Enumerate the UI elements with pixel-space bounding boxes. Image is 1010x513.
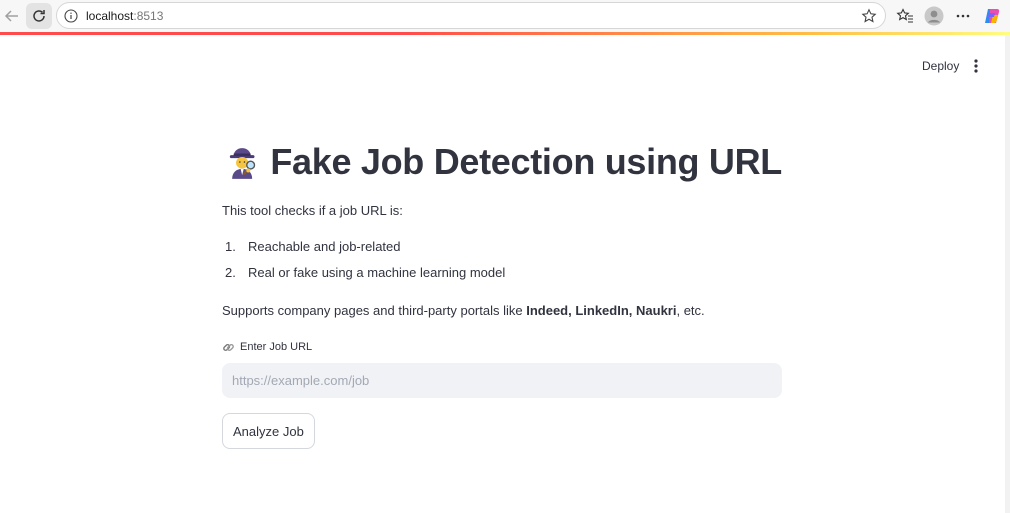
detective-emoji bbox=[229, 148, 256, 179]
url-port: :8513 bbox=[133, 8, 164, 23]
more-icon[interactable] bbox=[951, 4, 975, 28]
job-url-input[interactable] bbox=[222, 363, 782, 398]
list-text: Reachable and job-related bbox=[248, 239, 401, 254]
analyze-job-button[interactable]: Analyze Job bbox=[222, 413, 315, 449]
favorites-icon[interactable] bbox=[893, 4, 917, 28]
steps-list: 1. Reachable and job-related 2. Real or … bbox=[222, 238, 782, 290]
list-item: 2. Real or fake using a machine learning… bbox=[222, 264, 782, 290]
address-bar[interactable]: localhost:8513 bbox=[56, 2, 886, 29]
supports-suffix: , etc. bbox=[676, 303, 705, 318]
scrollbar-track[interactable] bbox=[1005, 35, 1010, 513]
list-text: Real or fake using a machine learning mo… bbox=[248, 265, 506, 280]
page-title: Fake Job Detection using URL bbox=[222, 130, 782, 194]
browser-toolbar-right bbox=[893, 4, 1009, 28]
decoration-line bbox=[0, 32, 1010, 35]
profile-avatar[interactable] bbox=[922, 4, 946, 28]
copilot-icon[interactable] bbox=[980, 4, 1004, 28]
url-text: localhost:8513 bbox=[86, 9, 163, 23]
info-icon[interactable] bbox=[64, 8, 78, 23]
browser-toolbar: localhost:8513 bbox=[0, 0, 1010, 32]
reload-icon[interactable] bbox=[26, 3, 52, 29]
page-title-text: Fake Job Detection using URL bbox=[270, 141, 782, 182]
list-item: 1. Reachable and job-related bbox=[222, 238, 782, 264]
list-number: 2. bbox=[225, 265, 236, 280]
back-arrow-icon[interactable] bbox=[0, 4, 24, 28]
star-icon[interactable] bbox=[861, 8, 877, 24]
intro-text: This tool checks if a job URL is: bbox=[222, 203, 403, 218]
list-number: 1. bbox=[225, 239, 236, 254]
job-url-label: Enter Job URL bbox=[222, 339, 782, 355]
supported-portals: Indeed, LinkedIn, Naukri bbox=[526, 303, 677, 318]
kebab-menu-icon[interactable] bbox=[966, 56, 986, 76]
job-url-label-text: Enter Job URL bbox=[240, 341, 313, 353]
main-content: Fake Job Detection using URL This tool c… bbox=[222, 130, 782, 449]
link-emoji bbox=[223, 343, 234, 351]
deploy-button[interactable]: Deploy bbox=[912, 54, 969, 78]
supports-text: Supports company pages and third-party p… bbox=[222, 302, 782, 320]
supports-prefix: Supports company pages and third-party p… bbox=[222, 303, 527, 318]
url-host: localhost bbox=[86, 8, 134, 23]
